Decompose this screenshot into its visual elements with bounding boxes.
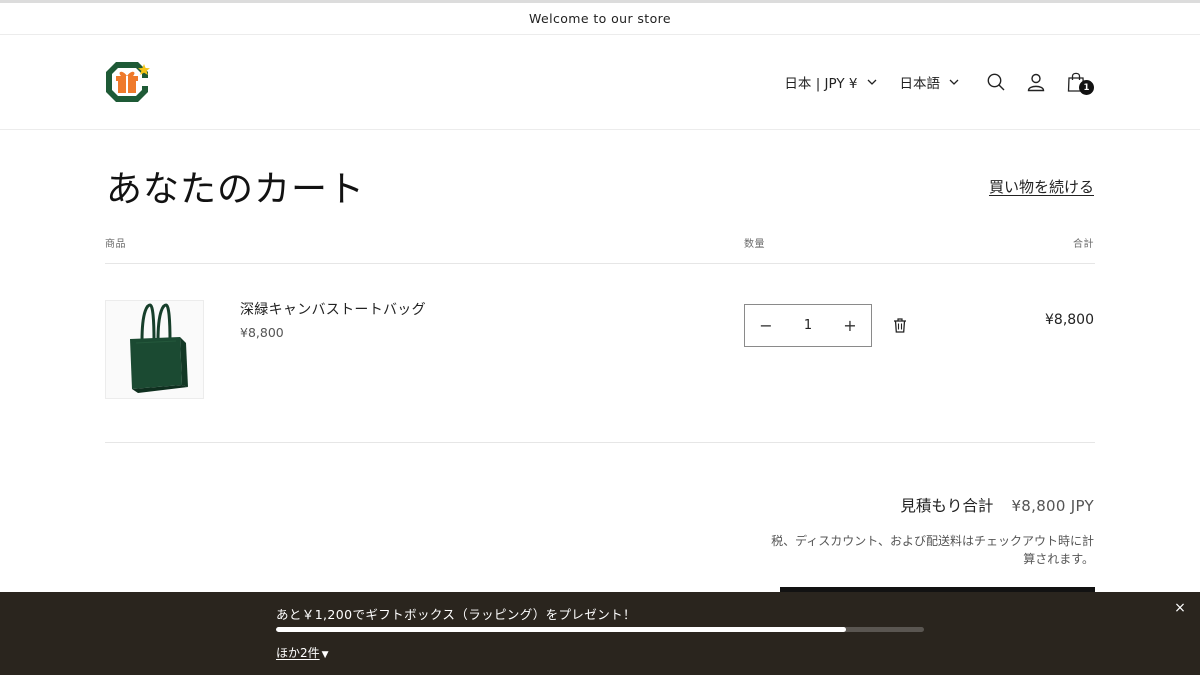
free-gift-progress-bar: あと￥1,200でギフトボックス（ラッピング）をプレゼント！ ほか2件 ▼ × (0, 592, 1200, 675)
quantity-stepper: − + (744, 304, 872, 347)
more-offers-toggle[interactable]: ほか2件 ▼ (276, 644, 329, 661)
search-icon (987, 73, 1005, 91)
cart-footer-divider (105, 442, 1095, 443)
estimated-total-value: ¥8,800 JPY (1011, 497, 1094, 515)
language-selector-label: 日本語 (899, 76, 941, 92)
gift-box-logo-icon (106, 62, 150, 102)
store-logo[interactable] (104, 60, 152, 104)
table-divider (105, 263, 1095, 264)
close-icon[interactable]: × (1172, 600, 1188, 616)
caret-down-icon: ▼ (321, 650, 329, 660)
decrease-quantity-button[interactable]: − (745, 305, 787, 346)
promo-message: あと￥1,200でギフトボックス（ラッピング）をプレゼント！ (276, 607, 636, 622)
announcement-bar: Welcome to our store (0, 3, 1200, 35)
quantity-input[interactable] (787, 305, 829, 346)
line-item-total: ¥8,800 (1045, 312, 1094, 328)
tote-bag-image (106, 301, 203, 398)
continue-shopping-link[interactable]: 買い物を続ける (989, 176, 1094, 197)
gift-progress-track (276, 627, 924, 632)
chevron-down-icon (866, 76, 878, 88)
column-header-product: 商品 (105, 239, 126, 250)
product-name-link[interactable]: 深緑キャンバストートバッグ (240, 299, 426, 319)
estimated-total-label: 見積もり合計 (900, 497, 994, 515)
remove-item-button[interactable] (890, 315, 910, 335)
page-title: あなたのカート (106, 169, 366, 210)
gift-progress-fill (276, 627, 847, 632)
cart-count-badge: 1 (1079, 80, 1094, 95)
increase-quantity-button[interactable]: + (829, 305, 871, 346)
more-offers-label: ほか2件 (276, 646, 320, 660)
trash-icon (894, 317, 906, 333)
user-icon (1027, 73, 1045, 92)
estimated-total: 見積もり合計 ¥8,800 JPY (900, 494, 1094, 516)
country-selector[interactable]: 日本 | JPY ¥ (784, 72, 877, 92)
tax-shipping-note: 税、ディスカウント、および配送料はチェックアウト時に計算されます。 (771, 534, 1094, 566)
product-unit-price: ¥8,800 (240, 325, 284, 340)
search-button[interactable] (976, 66, 1016, 98)
column-header-total: 合計 (1073, 239, 1094, 250)
product-thumbnail[interactable] (105, 300, 204, 399)
header-utilities: 日本 | JPY ¥ 日本語 1 (784, 66, 1096, 98)
language-selector[interactable]: 日本語 (900, 72, 961, 92)
account-button[interactable] (1016, 66, 1056, 98)
announcement-text: Welcome to our store (529, 11, 671, 26)
site-header: 日本 | JPY ¥ 日本語 1 (0, 36, 1200, 130)
chevron-down-icon (948, 76, 960, 88)
country-selector-label: 日本 | JPY ¥ (784, 76, 858, 92)
column-header-quantity: 数量 (744, 239, 765, 250)
cart-button[interactable]: 1 (1056, 66, 1096, 98)
